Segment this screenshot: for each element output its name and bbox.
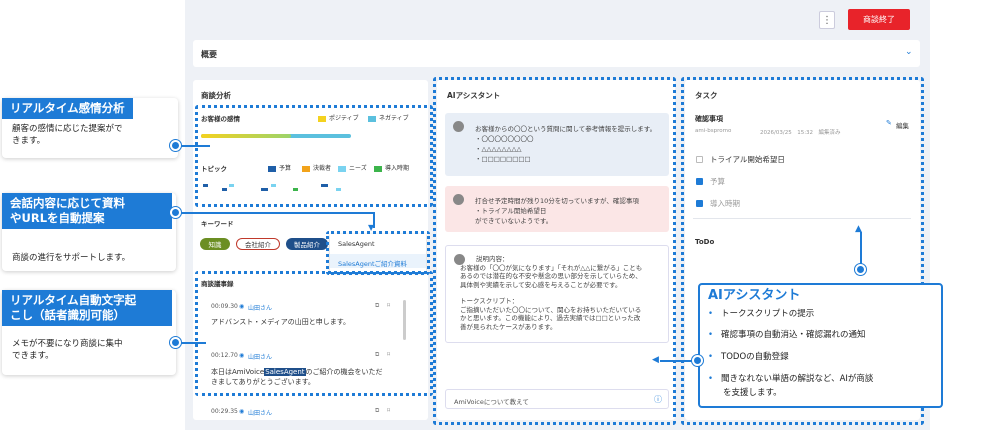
arrow-down-icon: ▼ xyxy=(368,223,375,232)
user-icon: ◉ xyxy=(239,408,245,415)
bookmark-icon[interactable]: ⌑ xyxy=(387,407,390,414)
highlight-minutes xyxy=(195,271,433,396)
overview-bar[interactable]: 概要 ⌄ xyxy=(193,40,920,67)
arrow-left-icon: ◀ xyxy=(652,355,659,365)
callout-transcript-title: リアルタイム自動文字起 こし（話者識別可能） xyxy=(2,290,172,326)
keyword-chip-company[interactable]: 会社紹介 xyxy=(236,238,280,250)
arrow-up-icon: ▲ xyxy=(855,224,862,234)
copy-icon[interactable]: ⧉ xyxy=(375,407,379,415)
screen: ⋮ 商談終了 概要 ⌄ 商談分析 お客様の感情 ポジティブ ネガティブ トピック… xyxy=(0,0,1000,430)
connector-dot xyxy=(170,337,181,348)
connector-dot xyxy=(170,207,181,218)
keyword-chip-knowledge[interactable]: 知識 xyxy=(200,238,230,250)
highlight-dropdown xyxy=(326,231,430,275)
end-meeting-button[interactable]: 商談終了 xyxy=(848,9,910,30)
ai-feature-title: AIアシスタント xyxy=(708,288,801,303)
highlight-assistant xyxy=(433,77,676,425)
more-menu-icon[interactable]: ⋮ xyxy=(819,11,835,29)
connector-dot xyxy=(855,264,866,275)
analysis-title: 商談分析 xyxy=(201,91,231,100)
minute-entry: 00:29.35 ◉ 山田さん ⧉ ⌑ xyxy=(211,407,391,417)
chevron-down-icon[interactable]: ⌄ xyxy=(905,47,913,57)
keyword-label: キーワード xyxy=(201,220,234,228)
callout-suggest-title: 会話内容に応じて資料 やURLを自動提案 xyxy=(2,193,172,229)
keyword-chip-product[interactable]: 製品紹介 xyxy=(286,238,328,250)
connector-dot xyxy=(692,355,703,366)
overview-title: 概要 xyxy=(201,50,217,59)
callout-emotion-title: リアルタイム感情分析 xyxy=(2,98,133,119)
highlight-emotion xyxy=(195,105,433,207)
connector-dot xyxy=(170,140,181,151)
